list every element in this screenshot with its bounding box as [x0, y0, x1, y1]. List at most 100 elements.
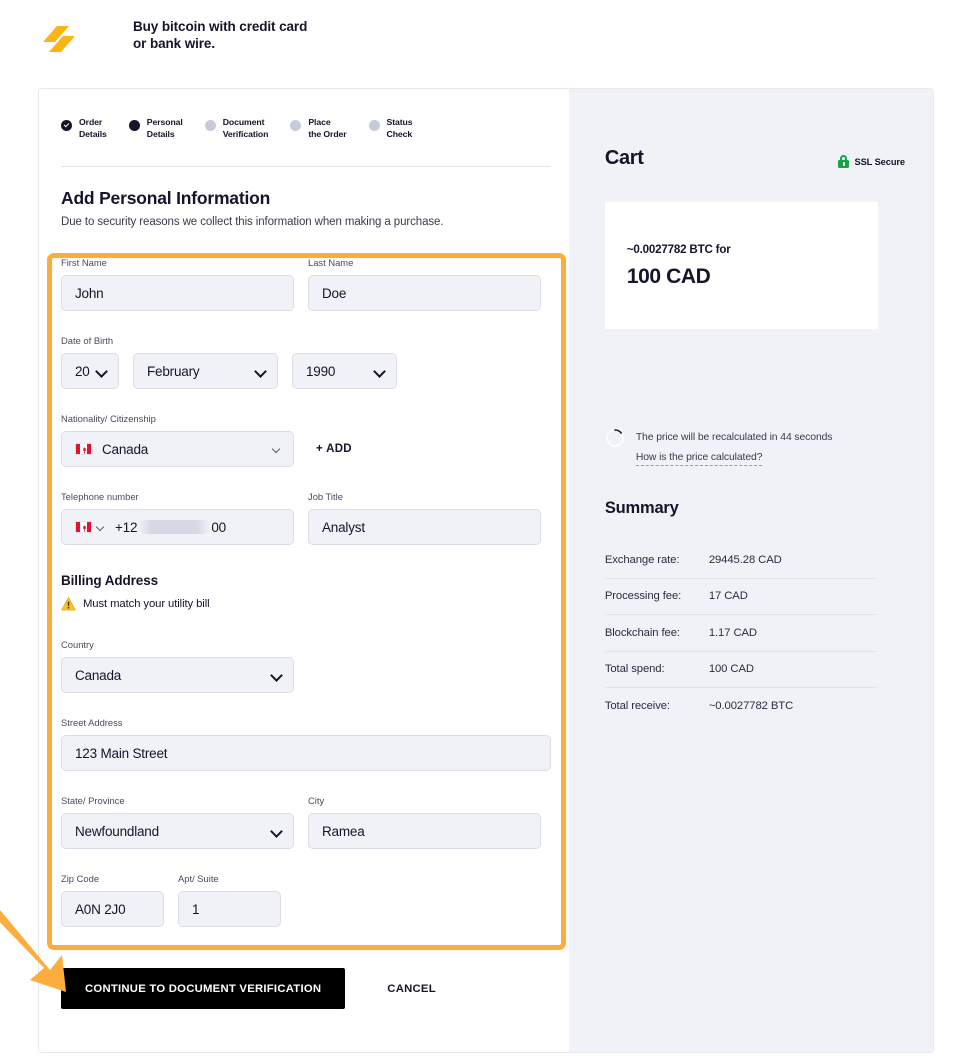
lightning-bolt-logo: [38, 18, 80, 60]
first-name-field-group: First Name John: [61, 257, 294, 311]
telephone-redacted-digits: [138, 520, 211, 534]
canada-flag-icon: [75, 521, 92, 533]
table-row: Exchange rate: 29445.28 CAD: [604, 542, 877, 579]
billing-warning-text: Must match your utility bill: [83, 598, 210, 610]
last-name-label: Last Name: [308, 257, 354, 268]
step-pending-dot-icon: [290, 120, 302, 131]
caret-down-icon[interactable]: [97, 523, 106, 532]
dob-day-select[interactable]: 20: [61, 353, 119, 389]
summary-key: Exchange rate:: [604, 553, 680, 566]
stepper-label: Document Verification: [222, 117, 269, 139]
billing-address-heading: Billing Address: [61, 573, 159, 588]
apt-suite-group: Apt/ Suite 1: [178, 873, 281, 927]
add-nationality-button[interactable]: + ADD: [316, 443, 352, 455]
state-province-select[interactable]: Newfoundland: [61, 813, 294, 849]
recalc-countdown-text: The price will be recalculated in 44 sec…: [635, 432, 833, 443]
cart-btc-amount: ~0.0027782 BTC for: [626, 242, 731, 256]
step-complete-check-icon: [61, 120, 72, 131]
personal-information-form: First Name John Last Name Doe Date of Bi…: [61, 257, 551, 927]
summary-value: 17 CAD: [708, 590, 748, 603]
dob-year-select[interactable]: 1990: [292, 353, 397, 389]
table-row: Blockchain fee: 1.17 CAD: [604, 615, 877, 652]
stepper-step-order-details[interactable]: Order Details: [61, 117, 107, 140]
chevron-down-icon: [255, 366, 266, 377]
green-padlock-icon: [838, 155, 850, 168]
table-row: Processing fee: 17 CAD: [604, 579, 877, 615]
summary-key: Blockchain fee:: [604, 626, 680, 639]
step-pending-dot-icon: [368, 120, 380, 131]
summary-value: 100 CAD: [708, 663, 754, 676]
summary-key: Total receive:: [604, 700, 670, 713]
city-label: City: [308, 795, 325, 806]
date-of-birth-group: Date of Birth 20 February 1990: [61, 335, 551, 389]
how-is-price-calculated-link[interactable]: How is the price calculated?: [635, 451, 762, 466]
street-address-input[interactable]: 123 Main Street: [61, 735, 551, 771]
step-pending-dot-icon: [204, 120, 216, 131]
nationality-select[interactable]: Canada: [61, 431, 294, 467]
zip-code-label: Zip Code: [61, 873, 100, 884]
stepper-label: Personal Details: [146, 117, 183, 139]
page-title: Add Personal Information: [61, 188, 271, 208]
country-label: Country: [61, 639, 94, 650]
cancel-button[interactable]: CANCEL: [381, 982, 442, 996]
ssl-secure-badge: SSL Secure: [838, 155, 905, 168]
apt-suite-label: Apt/ Suite: [178, 873, 219, 884]
street-address-group: Street Address 123 Main Street: [61, 717, 551, 771]
progress-stepper: Order Details Personal Details Document …: [61, 117, 551, 167]
summary-key: Processing fee:: [604, 590, 682, 603]
cart-fiat-amount: 100 CAD: [626, 264, 711, 288]
header-tagline: Buy bitcoin with credit card or bank wir…: [133, 19, 308, 51]
telephone-input[interactable]: +12 00: [61, 509, 294, 545]
apt-suite-input[interactable]: 1: [178, 891, 281, 927]
last-name-input[interactable]: Doe: [308, 275, 541, 311]
nationality-label: Nationality/ Citizenship: [61, 413, 156, 424]
chevron-down-icon: [96, 366, 107, 377]
loading-spinner-icon: [605, 428, 625, 448]
table-row: Total spend: 100 CAD: [604, 652, 877, 688]
telephone-field-group: Telephone number +12 00: [61, 491, 294, 545]
stepper-label: Status Check: [386, 117, 413, 139]
ssl-secure-label: SSL Secure: [854, 156, 905, 167]
last-name-field-group: Last Name Doe: [308, 257, 541, 311]
telephone-label: Telephone number: [61, 491, 139, 502]
country-value: Canada: [75, 667, 122, 683]
summary-value: ~0.0027782 BTC: [708, 700, 794, 713]
country-select[interactable]: Canada: [61, 657, 294, 693]
stepper-label: Order Details: [79, 117, 107, 139]
cart-title: Cart: [604, 147, 644, 169]
dob-month-select[interactable]: February: [133, 353, 278, 389]
cart-amount-card: ~0.0027782 BTC for 100 CAD: [604, 202, 878, 329]
dob-month-value: February: [147, 363, 200, 379]
orange-pointer-arrow: [0, 900, 80, 1005]
state-province-label: State/ Province: [61, 795, 125, 806]
summary-value: 1.17 CAD: [708, 626, 757, 639]
date-of-birth-label: Date of Birth: [61, 335, 114, 346]
first-name-input[interactable]: John: [61, 275, 294, 311]
nationality-value: Canada: [102, 441, 149, 457]
table-row: Total receive: ~0.0027782 BTC: [605, 688, 877, 725]
caret-down-icon: [273, 445, 282, 454]
dob-day-value: 20: [75, 363, 90, 379]
summary-value: 29445.28 CAD: [708, 553, 782, 566]
city-input[interactable]: Ramea: [308, 813, 541, 849]
summary-key: Total spend:: [604, 663, 665, 676]
chevron-down-icon: [271, 670, 282, 681]
nationality-group: Nationality/ Citizenship Canada + ADD: [61, 413, 551, 467]
stepper-label: Place the Order: [308, 117, 347, 139]
checkout-card: Order Details Personal Details Document …: [38, 88, 934, 1053]
continue-to-document-verification-button[interactable]: CONTINUE TO DOCUMENT VERIFICATION: [61, 968, 346, 1009]
stepper-step-personal-details[interactable]: Personal Details: [128, 117, 183, 140]
canada-flag-icon: [75, 443, 92, 455]
stepper-step-status-check[interactable]: Status Check: [368, 117, 413, 140]
stepper-step-document-verification[interactable]: Document Verification: [204, 117, 269, 140]
state-province-group: State/ Province Newfoundland: [61, 795, 294, 849]
billing-address-section: Billing Address Must match your utility …: [61, 573, 551, 611]
cart-pane: Cart SSL Secure ~0.0027782 BTC for 100 C…: [568, 89, 933, 1052]
stepper-step-place-the-order[interactable]: Place the Order: [290, 117, 347, 140]
job-title-input[interactable]: Analyst: [308, 509, 541, 545]
first-name-label: First Name: [61, 257, 107, 268]
dob-year-value: 1990: [306, 363, 336, 379]
chevron-down-icon: [271, 826, 282, 837]
country-group: Country Canada: [61, 639, 551, 693]
warning-triangle-icon: [61, 597, 76, 611]
